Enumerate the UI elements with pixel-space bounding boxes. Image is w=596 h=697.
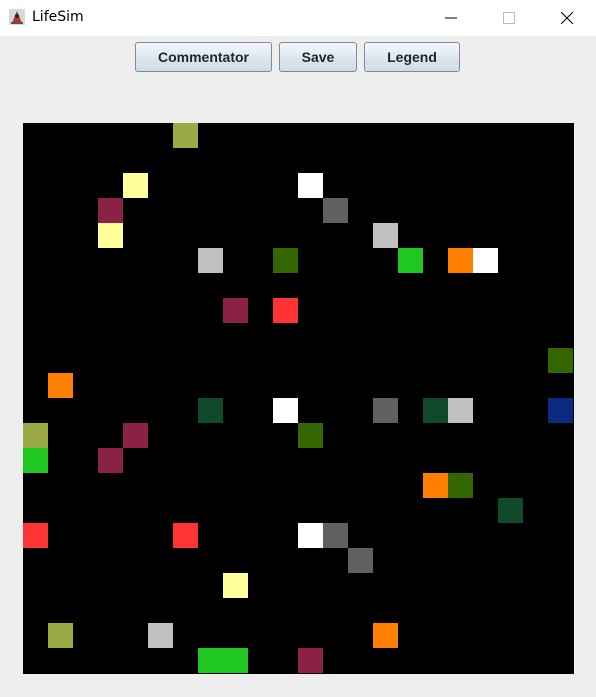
grid-cell — [298, 423, 323, 448]
grid-cell — [148, 623, 173, 648]
window-title: LifeSim — [32, 9, 84, 25]
minimize-icon — [445, 17, 457, 19]
grid-cell — [298, 648, 323, 673]
grid-cell — [173, 523, 198, 548]
grid-cell — [373, 623, 398, 648]
grid-cell — [48, 373, 73, 398]
grid-cell — [348, 548, 373, 573]
maximize-button[interactable] — [480, 0, 538, 36]
grid-cell — [198, 648, 223, 673]
title-bar: LifeSim — [0, 0, 596, 36]
grid-cell — [298, 523, 323, 548]
commentator-button[interactable]: Commentator — [135, 42, 272, 72]
grid-cell — [398, 248, 423, 273]
grid-cell — [98, 198, 123, 223]
grid-cell — [373, 398, 398, 423]
grid-cell — [498, 498, 523, 523]
grid-cell — [273, 398, 298, 423]
grid-cell — [123, 173, 148, 198]
grid-cell — [273, 248, 298, 273]
grid-cell — [298, 173, 323, 198]
close-icon — [561, 12, 573, 24]
grid-cell — [23, 423, 48, 448]
grid-cell — [198, 248, 223, 273]
grid-cell — [448, 473, 473, 498]
grid-cell — [548, 398, 573, 423]
java-duke-icon — [9, 9, 25, 25]
grid-cell — [323, 198, 348, 223]
simulation-grid[interactable] — [23, 123, 574, 674]
grid-cell — [23, 448, 48, 473]
grid-cell — [223, 573, 248, 598]
grid-cell — [373, 223, 398, 248]
minimize-button[interactable] — [422, 0, 480, 36]
grid-cell — [423, 473, 448, 498]
grid-cell — [423, 398, 448, 423]
grid-cell — [198, 398, 223, 423]
grid-cell — [548, 348, 573, 373]
grid-cell — [448, 248, 473, 273]
grid-cell — [323, 523, 348, 548]
grid-cell — [223, 298, 248, 323]
grid-cell — [473, 248, 498, 273]
grid-cell — [23, 523, 48, 548]
grid-cell — [223, 648, 248, 673]
close-button[interactable] — [538, 0, 596, 36]
grid-cell — [123, 423, 148, 448]
grid-cell — [273, 298, 298, 323]
maximize-icon — [503, 12, 515, 24]
legend-button[interactable]: Legend — [364, 42, 460, 72]
grid-cell — [98, 223, 123, 248]
grid-cell — [173, 123, 198, 148]
grid-cell — [448, 398, 473, 423]
grid-cell — [48, 623, 73, 648]
save-button[interactable]: Save — [279, 42, 357, 72]
grid-cell — [98, 448, 123, 473]
